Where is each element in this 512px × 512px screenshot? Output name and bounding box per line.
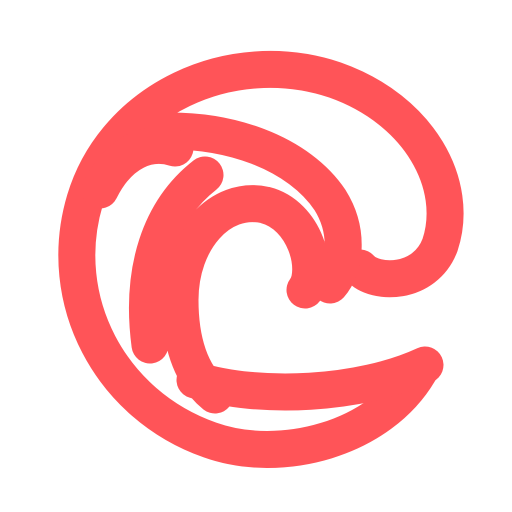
logo-canvas <box>0 0 512 512</box>
left-sweep-stroke <box>81 127 194 209</box>
swirl-wave-logo-icon <box>58 50 464 468</box>
wave-tail-stroke <box>176 346 444 411</box>
